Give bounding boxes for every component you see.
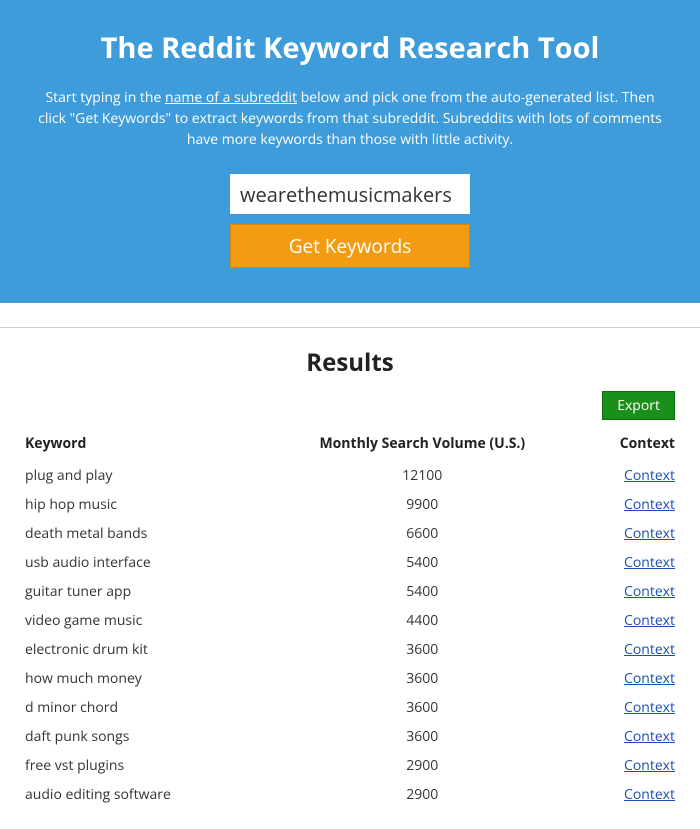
export-row: Export <box>25 391 675 420</box>
table-header-row: Keyword Monthly Search Volume (U.S.) Con… <box>25 428 675 461</box>
context-cell: Context <box>587 461 675 490</box>
context-cell: Context <box>587 751 675 780</box>
table-row: audio editing software2900 Context <box>25 780 675 809</box>
page-title: The Reddit Keyword Research Tool <box>25 28 675 67</box>
keyword-cell: hip hop music <box>25 490 258 519</box>
keyword-cell: death metal bands <box>25 519 258 548</box>
table-row: electronic drum kit3600 Context <box>25 635 675 664</box>
search-form: Get Keywords <box>25 174 675 268</box>
get-keywords-button[interactable]: Get Keywords <box>230 224 470 268</box>
table-row: usb audio interface5400 Context <box>25 548 675 577</box>
volume-cell: 12100 <box>258 461 587 490</box>
keyword-cell: plug and play <box>25 461 258 490</box>
context-cell: Context <box>587 606 675 635</box>
context-cell: Context <box>587 577 675 606</box>
table-row: video game music4400 Context <box>25 606 675 635</box>
volume-cell: 4400 <box>258 606 587 635</box>
context-link[interactable]: Context <box>624 698 675 717</box>
results-heading: Results <box>25 346 675 379</box>
context-link[interactable]: Context <box>624 582 675 601</box>
table-row: free vst plugins2900 Context <box>25 751 675 780</box>
context-cell: Context <box>587 635 675 664</box>
volume-cell: 3600 <box>258 693 587 722</box>
keyword-cell: usb audio interface <box>25 548 258 577</box>
table-row: daft punk songs3600 Context <box>25 722 675 751</box>
context-cell: Context <box>587 519 675 548</box>
subreddit-name-link[interactable]: name of a subreddit <box>165 88 297 107</box>
keyword-cell: daft punk songs <box>25 722 258 751</box>
volume-cell: 3600 <box>258 635 587 664</box>
context-link[interactable]: Context <box>624 727 675 746</box>
keyword-cell: free vst plugins <box>25 751 258 780</box>
context-cell: Context <box>587 490 675 519</box>
context-link[interactable]: Context <box>624 640 675 659</box>
col-context: Context <box>587 428 675 461</box>
context-link[interactable]: Context <box>624 669 675 688</box>
intro-before: Start typing in the <box>45 88 165 107</box>
table-row: how much money3600 Context <box>25 664 675 693</box>
context-link[interactable]: Context <box>624 524 675 543</box>
context-cell: Context <box>587 693 675 722</box>
intro-text: Start typing in the name of a subreddit … <box>30 87 670 150</box>
context-cell: Context <box>587 548 675 577</box>
keyword-cell: how much money <box>25 664 258 693</box>
export-button[interactable]: Export <box>602 391 675 420</box>
results-section: Results Export Keyword Monthly Search Vo… <box>0 327 700 829</box>
volume-cell: 3600 <box>258 664 587 693</box>
col-keyword: Keyword <box>25 428 258 461</box>
context-cell: Context <box>587 722 675 751</box>
table-row: d minor chord3600 Context <box>25 693 675 722</box>
context-link[interactable]: Context <box>624 553 675 572</box>
volume-cell: 2900 <box>258 780 587 809</box>
context-link[interactable]: Context <box>624 495 675 514</box>
volume-cell: 6600 <box>258 519 587 548</box>
hero-section: The Reddit Keyword Research Tool Start t… <box>0 0 700 303</box>
keyword-cell: d minor chord <box>25 693 258 722</box>
volume-cell: 5400 <box>258 577 587 606</box>
context-link[interactable]: Context <box>624 611 675 630</box>
context-link[interactable]: Context <box>624 756 675 775</box>
table-row: hip hop music9900 Context <box>25 490 675 519</box>
volume-cell: 3600 <box>258 722 587 751</box>
volume-cell: 9900 <box>258 490 587 519</box>
keyword-cell: audio editing software <box>25 780 258 809</box>
keyword-cell: electronic drum kit <box>25 635 258 664</box>
volume-cell: 5400 <box>258 548 587 577</box>
volume-cell: 2900 <box>258 751 587 780</box>
keyword-cell: video game music <box>25 606 258 635</box>
table-row: death metal bands6600 Context <box>25 519 675 548</box>
context-link[interactable]: Context <box>624 785 675 804</box>
table-row: guitar tuner app5400 Context <box>25 577 675 606</box>
context-cell: Context <box>587 664 675 693</box>
context-link[interactable]: Context <box>624 466 675 485</box>
keyword-cell: guitar tuner app <box>25 577 258 606</box>
subreddit-input[interactable] <box>230 174 470 214</box>
context-cell: Context <box>587 780 675 809</box>
col-volume: Monthly Search Volume (U.S.) <box>258 428 587 461</box>
table-row: plug and play12100 Context <box>25 461 675 490</box>
